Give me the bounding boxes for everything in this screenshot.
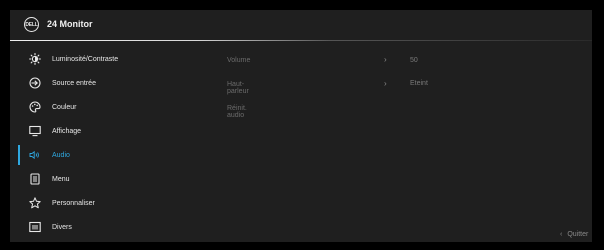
quit-label: Quitter [567,231,589,238]
chevron-right-icon: › [384,55,387,64]
speaker-icon [29,149,41,161]
menu-item-brightness-contrast[interactable]: Luminosité/Contraste [10,47,210,71]
menu-item-color[interactable]: Couleur [10,95,210,119]
menu-item-label: Personnaliser [52,199,95,207]
menu-item-others[interactable]: Divers [10,215,210,239]
menu-item-label: Affichage [52,127,82,135]
osd-header: DELL 24 Monitor [10,10,592,40]
info-icon [29,221,41,233]
dell-logo: DELL [24,17,39,32]
quit-button[interactable]: ‹ Quitter [560,231,588,238]
header-divider [10,40,592,41]
menu-item-input-source[interactable]: Source entrée [10,71,210,95]
menu-item-menu[interactable]: Menu [10,167,210,191]
menu-item-display[interactable]: Affichage [10,119,210,143]
menu-item-label: Source entrée [52,79,96,87]
input-source-icon [29,77,41,89]
chevron-left-icon: ‹ [560,231,563,238]
menu-item-personalize[interactable]: Personnaliser [10,191,210,215]
menu-item-label: Couleur [52,103,77,111]
menu-item-audio[interactable]: Audio [10,143,210,167]
menu-item-label: Luminosité/Contraste [52,55,119,63]
monitor-title: 24 Monitor [47,19,93,29]
display-icon [29,125,41,137]
chevron-right-icon: › [384,79,387,88]
menu-item-label: Audio [52,151,70,159]
star-icon [29,197,41,209]
menu-item-label: Menu [52,175,70,183]
menu-doc-icon [29,173,41,185]
volume-value: 50 [410,57,418,64]
selection-indicator [18,145,20,165]
brightness-icon [29,53,41,65]
osd-panel: DELL 24 Monitor Luminosité/Contraste Sou… [10,10,592,242]
volume-label: Volume [227,57,251,64]
color-palette-icon [29,101,41,113]
reset-audio-label: Réinit. audio [227,105,247,119]
speaker-label: Haut-parleur [227,81,249,95]
speaker-value: Eteint [410,80,428,87]
menu-item-label: Divers [52,223,72,231]
